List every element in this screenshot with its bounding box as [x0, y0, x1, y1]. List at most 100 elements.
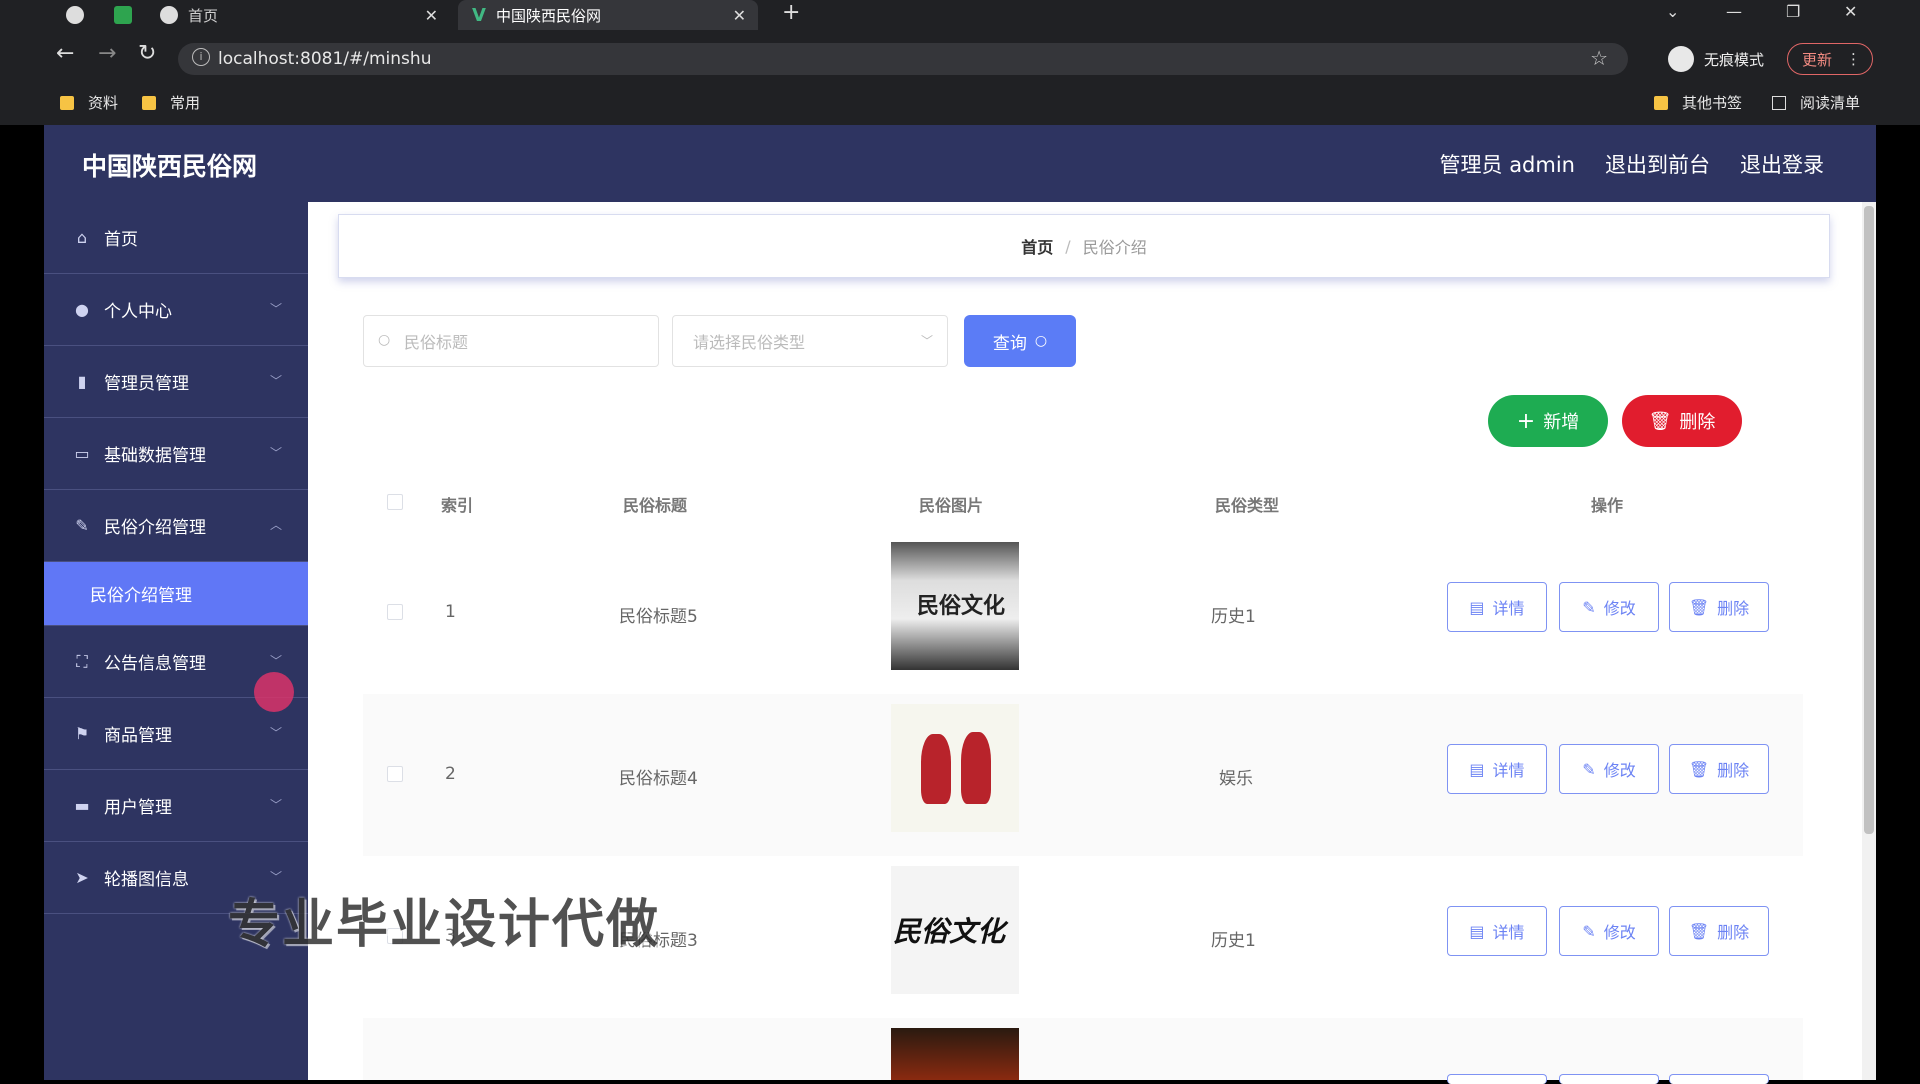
- more-icon: ⋮: [1846, 50, 1862, 68]
- sidebar-item-label: 用户管理: [104, 798, 172, 818]
- reading-list[interactable]: 阅读清单: [1772, 92, 1860, 113]
- sidebar-item-home[interactable]: ⌂ 首页: [44, 202, 308, 274]
- type-select[interactable]: 请选择民俗类型 ﹀: [672, 315, 948, 367]
- table-row: 1 民俗标题5 民俗文化 ▤ 详情 ✎ 修改 🗑 删除 历史1: [363, 532, 1803, 694]
- detail-label: 详情: [1492, 761, 1525, 780]
- row-checkbox[interactable]: [387, 766, 403, 782]
- select-all-checkbox[interactable]: [387, 494, 403, 510]
- bookmark-label: 阅读清单: [1800, 94, 1861, 112]
- bar-chart-icon: ▮: [77, 371, 87, 391]
- update-label: 更新: [1802, 50, 1833, 69]
- update-button[interactable]: 更新 ⋮: [1787, 43, 1873, 75]
- trash-icon: 🗑: [1688, 921, 1710, 941]
- bookmark-folder[interactable]: 资料: [60, 92, 118, 113]
- sidebar-item-label: 民俗介绍管理: [90, 586, 192, 606]
- row-checkbox[interactable]: [387, 604, 403, 620]
- close-window-icon[interactable]: ✕: [1844, 2, 1857, 21]
- table-row: 2 民俗标题4 ▤ 详情 ✎ 修改 🗑 删除 娱乐: [363, 694, 1803, 856]
- logout-link[interactable]: 退出登录: [1740, 149, 1824, 179]
- delete-button[interactable]: [1669, 1074, 1769, 1084]
- breadcrumb-current: 民俗介绍: [1082, 238, 1147, 257]
- add-button[interactable]: + 新增: [1488, 395, 1608, 447]
- folk-image: 民俗文化: [891, 542, 1019, 670]
- sidebar-item-personal[interactable]: ● 个人中心 ﹀: [44, 274, 308, 346]
- sidebar-item-label: 管理员管理: [104, 374, 189, 394]
- exit-to-front-link[interactable]: 退出到前台: [1605, 149, 1710, 179]
- sidebar-item-basic-data[interactable]: ▭ 基础数据管理 ﹀: [44, 418, 308, 490]
- sidebar-item-label: 基础数据管理: [104, 446, 206, 466]
- edit-button[interactable]: ✎ 修改: [1559, 582, 1659, 632]
- incognito-indicator[interactable]: 无痕模式: [1668, 43, 1764, 75]
- detail-button[interactable]: ▤ 详情: [1447, 582, 1547, 632]
- header-title: 民俗标题: [623, 496, 688, 515]
- image-lettering: 民俗文化: [893, 915, 1006, 948]
- close-icon[interactable]: ✕: [425, 6, 438, 25]
- url-text: localhost:8081/#/minshu: [218, 49, 432, 69]
- delete-button[interactable]: 🗑 删除: [1669, 906, 1769, 956]
- detail-button[interactable]: [1447, 1074, 1547, 1084]
- chevron-down-icon: ﹀: [920, 334, 933, 348]
- detail-button[interactable]: ▤ 详情: [1447, 744, 1547, 794]
- delete-label: 删除: [1717, 761, 1750, 780]
- bookmark-folder[interactable]: 其他书签: [1654, 92, 1742, 113]
- sidebar-item-users[interactable]: ▬ 用户管理 ﹀: [44, 770, 308, 842]
- card-icon: ▭: [74, 443, 90, 463]
- sidebar-item-admins[interactable]: ▮ 管理员管理 ﹀: [44, 346, 308, 418]
- query-button[interactable]: 查询 ○: [964, 315, 1076, 367]
- folk-image: [891, 1028, 1019, 1080]
- detail-button[interactable]: ▤ 详情: [1447, 906, 1547, 956]
- batch-delete-button[interactable]: 🗑 删除: [1622, 395, 1742, 447]
- chevron-down-icon: ﹀: [269, 374, 282, 388]
- row-title: 民俗标题5: [619, 607, 698, 627]
- sidebar-item-folk-intro[interactable]: ✎ 民俗介绍管理 ︿: [44, 490, 308, 562]
- delete-button[interactable]: 🗑 删除: [1669, 582, 1769, 632]
- folder-icon: [142, 95, 156, 110]
- sidebar-item-label: 民俗介绍管理: [104, 518, 206, 538]
- title-search-input[interactable]: ○ 民俗标题: [363, 315, 659, 367]
- globe-icon[interactable]: [66, 6, 84, 24]
- globe-icon: [160, 6, 178, 24]
- sheet-icon[interactable]: [114, 6, 132, 24]
- delete-label: 删除: [1679, 412, 1716, 433]
- back-icon[interactable]: ←: [56, 41, 74, 66]
- forward-icon[interactable]: →: [98, 41, 116, 66]
- header-links: 管理员 admin 退出到前台 退出登录: [1440, 149, 1824, 179]
- incognito-icon: [1668, 46, 1694, 72]
- query-label: 查询: [992, 333, 1027, 354]
- document-icon: ▤: [1469, 759, 1485, 779]
- breadcrumb-home[interactable]: 首页: [1021, 234, 1053, 258]
- trash-icon: 🗑: [1648, 410, 1672, 432]
- breadcrumb: 首页 / 民俗介绍: [338, 214, 1830, 278]
- row-index: 1: [445, 602, 456, 622]
- header-index: 索引: [441, 496, 474, 515]
- star-icon[interactable]: ☆: [1590, 46, 1608, 70]
- sidebar-item-label: 首页: [104, 230, 138, 250]
- watermark-text: 专业毕业设计代做: [228, 895, 661, 955]
- delete-button[interactable]: 🗑 删除: [1669, 744, 1769, 794]
- info-icon[interactable]: i: [192, 48, 210, 66]
- trash-icon: 🗑: [1688, 597, 1710, 617]
- edit-icon: ✎: [1582, 921, 1596, 941]
- bookmark-folder[interactable]: 常用: [142, 92, 200, 113]
- papercut-figure: [921, 734, 951, 804]
- tab-minsu[interactable]: V 中国陕西民俗网 ✕: [458, 0, 758, 30]
- restore-icon[interactable]: ❐: [1786, 2, 1800, 21]
- trash-icon: 🗑: [1688, 759, 1710, 779]
- url-field[interactable]: i localhost:8081/#/minshu ☆: [178, 43, 1628, 75]
- scrollbar-thumb[interactable]: [1864, 206, 1874, 834]
- new-tab-icon[interactable]: +: [782, 0, 800, 25]
- sidebar-item-label: 商品管理: [104, 726, 172, 746]
- reload-icon[interactable]: ↻: [138, 41, 156, 66]
- edit-button[interactable]: ✎ 修改: [1559, 744, 1659, 794]
- edit-button[interactable]: ✎ 修改: [1559, 906, 1659, 956]
- minimize-icon[interactable]: —: [1726, 2, 1742, 21]
- sidebar-subitem-folk-intro[interactable]: 民俗介绍管理: [44, 562, 308, 626]
- scrollbar[interactable]: [1862, 202, 1876, 1080]
- close-icon[interactable]: ✕: [733, 6, 746, 25]
- flag-icon: ⚑: [74, 723, 90, 743]
- tab-home[interactable]: 首页 ✕: [160, 0, 450, 30]
- chevron-down-icon[interactable]: ⌄: [1666, 2, 1679, 21]
- edit-button[interactable]: [1559, 1074, 1659, 1084]
- row-type: 历史1: [1211, 607, 1256, 627]
- user-icon: ●: [75, 299, 89, 319]
